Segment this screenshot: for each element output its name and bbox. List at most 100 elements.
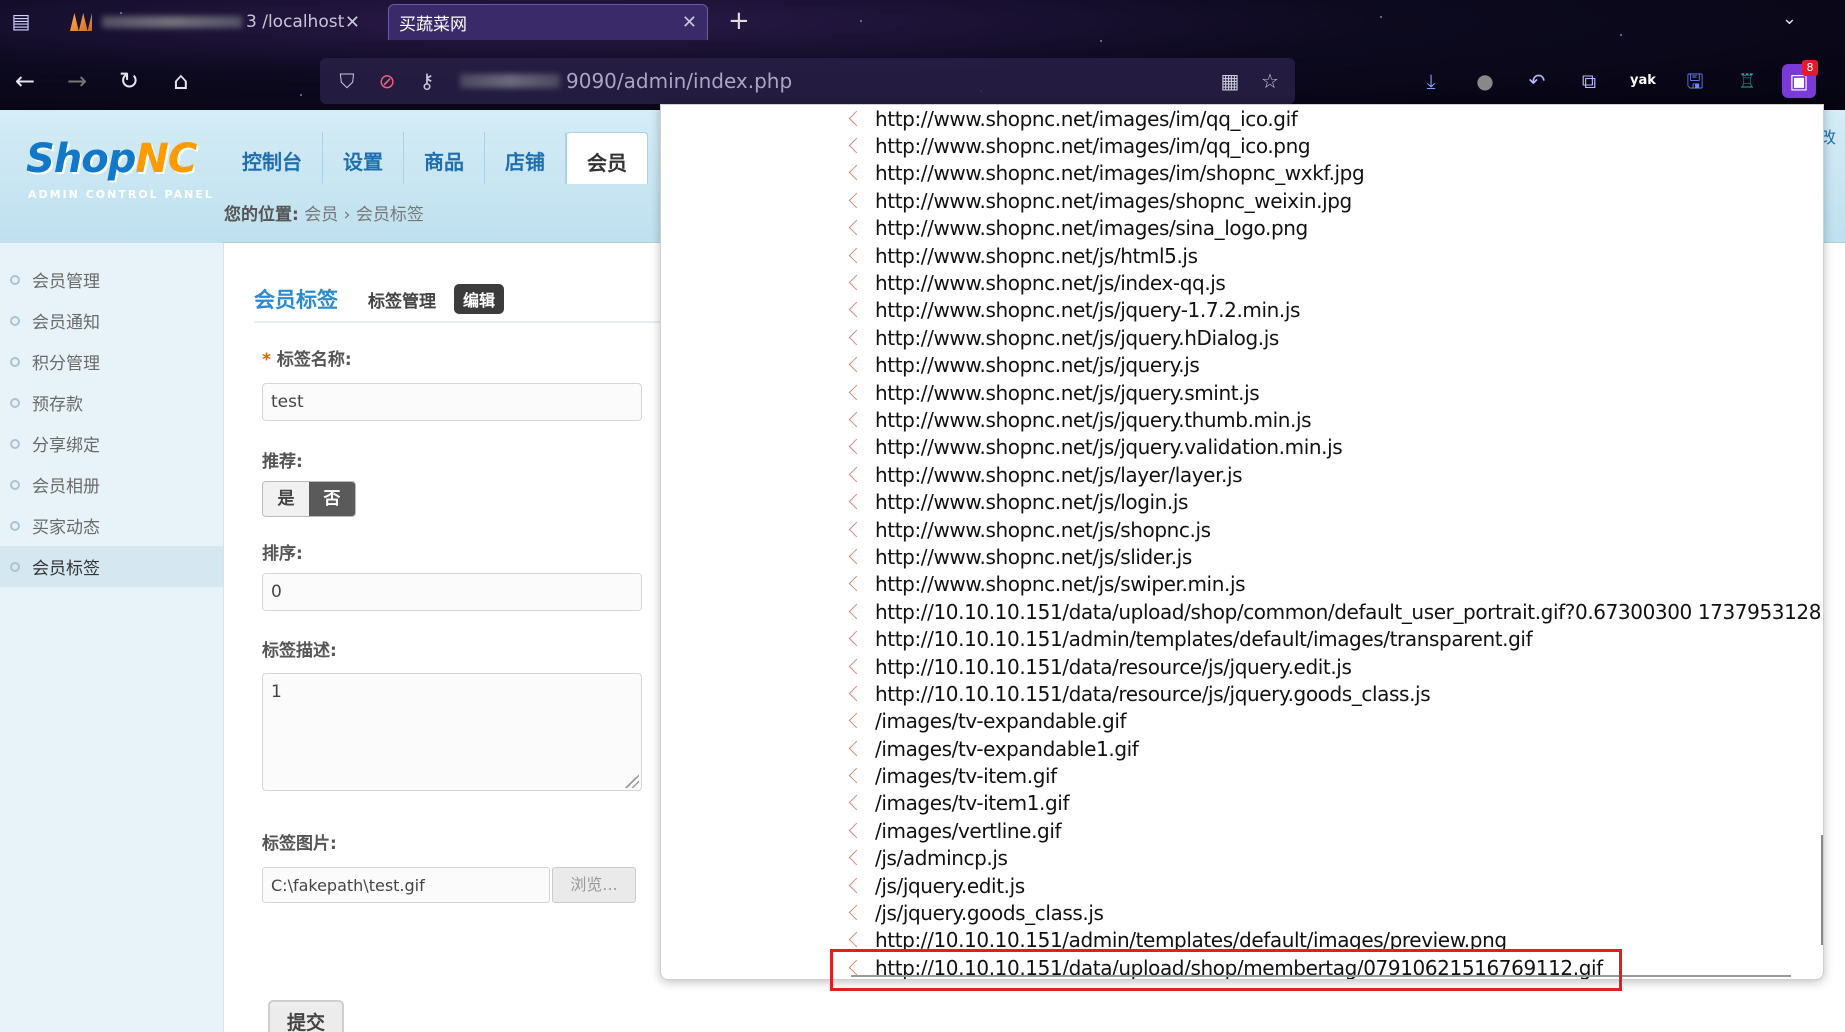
- list-item[interactable]: http://www.shopnc.net/js/jquery-1.7.2.mi…: [843, 297, 1823, 324]
- sidebar-item-buyer-feed[interactable]: 买家动态: [0, 505, 223, 546]
- trophy-icon[interactable]: ♖: [1730, 64, 1764, 98]
- sidebar-item-member-tag[interactable]: 会员标签: [0, 546, 223, 587]
- bookmark-star-icon[interactable]: ☆: [1257, 69, 1283, 93]
- list-item[interactable]: /images/tv-expandable1.gif: [843, 735, 1823, 762]
- nav-dashboard[interactable]: 控制台: [222, 132, 323, 184]
- list-item[interactable]: http://www.shopnc.net/js/jquery.smint.js: [843, 379, 1823, 406]
- tag-manage-link[interactable]: 标签管理: [368, 287, 436, 312]
- list-item[interactable]: http://www.shopnc.net/images/sina_logo.p…: [843, 215, 1823, 242]
- list-item[interactable]: http://10.10.10.151/data/resource/js/jqu…: [843, 680, 1823, 707]
- extensions-puzzle-icon[interactable]: ⧉: [1572, 64, 1606, 98]
- list-item[interactable]: http://www.shopnc.net/js/slider.js: [843, 543, 1823, 570]
- shield-icon[interactable]: ⛉: [334, 69, 360, 93]
- list-item[interactable]: http://www.shopnc.net/js/jquery.hDialog.…: [843, 324, 1823, 351]
- url-text: http://www.shopnc.net/images/im/qq_ico.p…: [875, 134, 1311, 159]
- toggle-yes[interactable]: 是: [263, 482, 309, 516]
- sidebar-item-member-notice[interactable]: 会员通知: [0, 300, 223, 341]
- edit-tab[interactable]: 编辑: [454, 284, 505, 314]
- tag-name-input[interactable]: test: [262, 383, 642, 421]
- list-item[interactable]: http://www.shopnc.net/js/swiper.min.js: [843, 571, 1823, 598]
- resize-grip-icon[interactable]: [625, 774, 639, 788]
- list-item[interactable]: http://10.10.10.151/data/resource/js/jqu…: [843, 653, 1823, 680]
- chevron-left-icon: [843, 902, 865, 924]
- submit-button[interactable]: 提交: [268, 1000, 344, 1032]
- home-icon[interactable]: ⌂: [164, 64, 198, 98]
- list-item[interactable]: /images/tv-expandable.gif: [843, 708, 1823, 735]
- list-item[interactable]: http://10.10.10.151/data/upload/shop/com…: [843, 598, 1823, 625]
- list-item[interactable]: /js/jquery.edit.js: [843, 872, 1823, 899]
- list-item[interactable]: http://www.shopnc.net/js/html5.js: [843, 242, 1823, 269]
- bullet-icon: [10, 315, 20, 326]
- sidebar-item-share-bind[interactable]: 分享绑定: [0, 423, 223, 464]
- file-path-input[interactable]: C:\fakepath\test.gif: [262, 867, 550, 903]
- download-icon[interactable]: ⤓: [1414, 64, 1448, 98]
- close-icon[interactable]: ✕: [682, 12, 697, 33]
- nav-settings[interactable]: 设置: [323, 132, 404, 184]
- chevron-left-icon: [843, 628, 865, 650]
- breadcrumb-item[interactable]: 会员标签: [356, 205, 424, 225]
- sidebar-item-member-manage[interactable]: 会员管理: [0, 259, 223, 300]
- list-item[interactable]: /js/admincp.js: [843, 845, 1823, 872]
- chevron-left-icon: [843, 354, 865, 376]
- scrollbar[interactable]: [1821, 835, 1823, 945]
- list-item[interactable]: /js/jquery.goods_class.js: [843, 899, 1823, 926]
- nav-store[interactable]: 店铺: [485, 132, 566, 184]
- recommend-toggle[interactable]: 是 否: [262, 481, 356, 517]
- list-item[interactable]: /images/tv-item.gif: [843, 762, 1823, 789]
- tab-localhost[interactable]: 3 /localhost ✕: [60, 4, 370, 40]
- list-item[interactable]: http://www.shopnc.net/js/jquery.validati…: [843, 434, 1823, 461]
- list-item[interactable]: http://10.10.10.151/admin/templates/defa…: [843, 625, 1823, 652]
- chevron-left-icon: [843, 792, 865, 814]
- list-item[interactable]: /images/vertline.gif: [843, 817, 1823, 844]
- sidebar-item-deposit[interactable]: 预存款: [0, 382, 223, 423]
- reload-icon[interactable]: ↻: [112, 64, 146, 98]
- toggle-no[interactable]: 否: [309, 482, 355, 516]
- extension-circle-icon[interactable]: ●: [1468, 64, 1502, 98]
- undo-icon[interactable]: ↶: [1520, 64, 1554, 98]
- nav-toolbar: ← → ↻ ⌂ ⛉ ⊘ ⚷ 9090/admin/index.php ▦ ☆ ⤓…: [0, 56, 1845, 106]
- list-item[interactable]: http://www.shopnc.net/js/jquery.thumb.mi…: [843, 406, 1823, 433]
- nav-member[interactable]: 会员: [566, 132, 648, 184]
- forward-arrow-icon[interactable]: →: [60, 64, 94, 98]
- list-item[interactable]: http://www.shopnc.net/js/login.js: [843, 488, 1823, 515]
- list-item[interactable]: http://www.shopnc.net/images/im/shopnc_w…: [843, 160, 1823, 187]
- chevron-left-icon: [843, 382, 865, 404]
- browse-button[interactable]: 浏览...: [552, 867, 636, 903]
- list-item[interactable]: http://10.10.10.151/admin/templates/defa…: [843, 927, 1823, 954]
- close-icon[interactable]: ✕: [345, 12, 360, 33]
- back-arrow-icon[interactable]: ←: [8, 64, 42, 98]
- list-item[interactable]: http://www.shopnc.net/images/im/qq_ico.g…: [843, 105, 1823, 132]
- url-text: http://www.shopnc.net/js/swiper.min.js: [875, 572, 1246, 597]
- sidebar-item-album[interactable]: 会员相册: [0, 464, 223, 505]
- desc-textarea[interactable]: 1: [262, 673, 642, 791]
- url-text: http://www.shopnc.net/js/jquery.js: [875, 353, 1200, 378]
- address-bar[interactable]: ⛉ ⊘ ⚷ 9090/admin/index.php ▦ ☆: [320, 58, 1295, 104]
- yak-extension-icon[interactable]: yak: [1626, 64, 1660, 98]
- new-tab-button[interactable]: +: [728, 6, 750, 36]
- url-text: http://www.shopnc.net/js/html5.js: [875, 243, 1198, 268]
- save-icon[interactable]: 🖫: [1678, 64, 1712, 98]
- breadcrumb-item[interactable]: 会员: [304, 205, 338, 225]
- url-text: /images/tv-expandable.gif: [875, 709, 1127, 734]
- key-icon[interactable]: ⚷: [414, 69, 440, 93]
- shopnc-logo[interactable]: ShopNC ADMIN CONTROL PANEL: [26, 136, 214, 201]
- sort-input[interactable]: 0: [262, 573, 642, 611]
- nav-goods[interactable]: 商品: [404, 132, 485, 184]
- qr-code-icon[interactable]: ▦: [1217, 69, 1243, 93]
- active-extension-icon[interactable]: ▣ 8: [1782, 60, 1818, 98]
- url-text[interactable]: 9090/admin/index.php: [566, 69, 792, 93]
- list-item[interactable]: /images/tv-item1.gif: [843, 790, 1823, 817]
- list-item[interactable]: http://www.shopnc.net/js/shopnc.js: [843, 516, 1823, 543]
- list-item[interactable]: http://www.shopnc.net/js/jquery.js: [843, 352, 1823, 379]
- lock-slash-icon[interactable]: ⊘: [374, 69, 400, 93]
- chevron-left-icon: [843, 108, 865, 130]
- list-item[interactable]: http://www.shopnc.net/js/index-qq.js: [843, 269, 1823, 296]
- list-item[interactable]: http://www.shopnc.net/images/shopnc_weix…: [843, 187, 1823, 214]
- tab-active[interactable]: 买蔬菜网 ✕: [388, 4, 708, 40]
- sidebar-item-points[interactable]: 积分管理: [0, 341, 223, 382]
- list-item[interactable]: http://www.shopnc.net/images/im/qq_ico.p…: [843, 132, 1823, 159]
- list-item[interactable]: http://www.shopnc.net/js/layer/layer.js: [843, 461, 1823, 488]
- horizontal-scrollbar[interactable]: [851, 975, 1791, 977]
- tab-list-icon[interactable]: ▤: [8, 8, 34, 34]
- chevron-down-icon[interactable]: ⌄: [1782, 8, 1797, 29]
